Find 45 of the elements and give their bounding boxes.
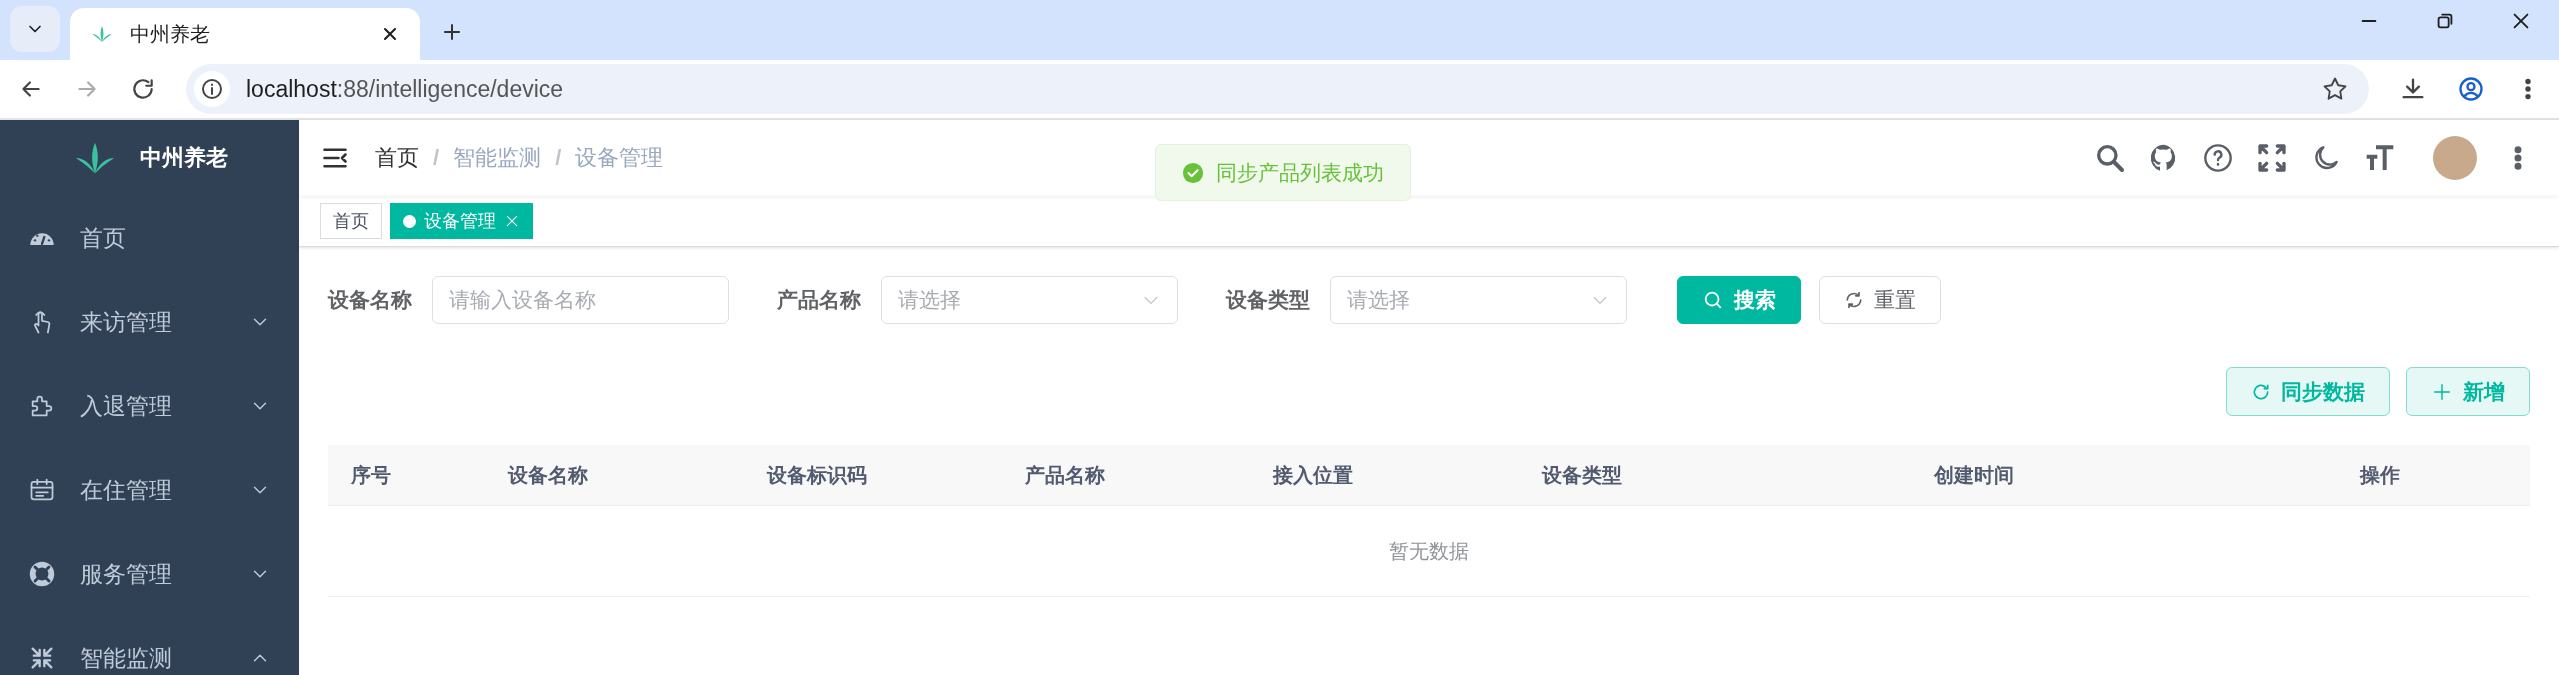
column-header: 产品名称	[1024, 462, 1106, 488]
breadcrumb-separator: /	[433, 145, 440, 171]
breadcrumb-item: 智能监测	[453, 144, 542, 172]
column-header: 序号	[350, 462, 392, 488]
help-icon[interactable]	[2202, 142, 2234, 174]
lifebuoy-icon	[28, 560, 56, 588]
sidebar-item[interactable]: 入退管理	[0, 364, 299, 448]
empty-message: 暂无数据	[1389, 538, 1469, 564]
breadcrumb-item: 设备管理	[575, 144, 664, 172]
sidebar-item[interactable]: 来访管理	[0, 280, 299, 364]
app-logo-text: 中州养老	[139, 144, 228, 172]
refresh-icon	[2251, 381, 2271, 402]
column-header: 操作	[2358, 462, 2401, 488]
sidebar-item[interactable]: 服务管理	[0, 532, 299, 616]
info-icon	[200, 77, 224, 101]
active-dot-icon	[403, 214, 416, 228]
filter-label: 产品名称	[777, 287, 861, 313]
toast-message: 同步产品列表成功	[1216, 159, 1384, 186]
address-bar[interactable]: localhost:88/intelligence/device	[186, 64, 2369, 114]
sidebar-item[interactable]: 首页	[0, 196, 299, 280]
reset-button[interactable]: 重置	[1819, 276, 1941, 324]
reload-icon[interactable]	[130, 76, 156, 102]
column-header: 设备标识码	[765, 462, 868, 488]
sidebar-item[interactable]: 在住管理	[0, 448, 299, 532]
star-icon[interactable]	[2321, 75, 2349, 103]
filter-label: 设备名称	[328, 287, 412, 313]
search-icon[interactable]	[2094, 142, 2126, 174]
search-icon	[1702, 289, 1724, 311]
column-header: 接入位置	[1271, 462, 1354, 488]
url-text: localhost:88/intelligence/device	[246, 75, 565, 103]
column-header: 设备类型	[1540, 462, 1623, 488]
breadcrumb-separator: /	[555, 145, 562, 171]
tab-title: 中州养老	[130, 21, 211, 47]
filter-label: 设备类型	[1226, 287, 1310, 313]
breadcrumb-item[interactable]: 首页	[375, 143, 419, 173]
column-header: 创建时间	[1932, 462, 2015, 488]
input-field[interactable]: 请输入设备名称	[432, 276, 729, 324]
column-header: 设备名称	[506, 462, 589, 488]
page-tab[interactable]: 首页	[320, 203, 382, 239]
refresh-icon	[1844, 290, 1864, 310]
browser-tab[interactable]: 中州养老	[70, 8, 420, 60]
profile-icon[interactable]	[2457, 75, 2485, 103]
sidebar-item[interactable]: 智能监测	[0, 616, 299, 675]
fullscreen-icon[interactable]	[2256, 142, 2288, 174]
check-circle-icon	[1182, 161, 1204, 184]
